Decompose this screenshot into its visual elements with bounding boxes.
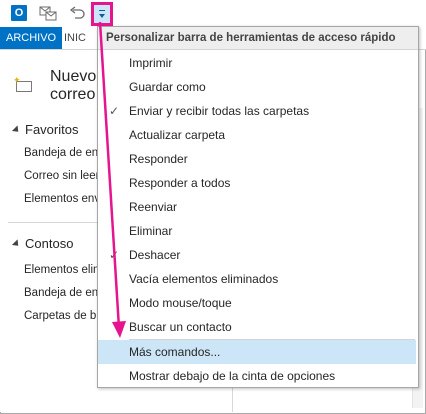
menu-item-delete[interactable]: Eliminar xyxy=(98,219,416,243)
menu-item-update-folder[interactable]: Actualizar carpeta xyxy=(98,123,416,147)
send-receive-icon xyxy=(39,6,57,21)
menu-item-print[interactable]: Imprimir xyxy=(98,51,416,75)
menu-item-label: Vacía elementos eliminados xyxy=(129,272,279,286)
undo-button[interactable] xyxy=(67,3,87,23)
menu-item-send-receive[interactable]: ✓ Enviar y recibir todas las carpetas xyxy=(98,99,416,123)
account-header[interactable]: Contoso xyxy=(11,236,74,251)
menu-item-find-contact[interactable]: Buscar un contacto xyxy=(98,315,416,339)
menu-item-label: Eliminar xyxy=(129,224,173,238)
new-mail-icon: ✦ xyxy=(13,75,34,92)
folder-item[interactable]: Carpetas de b xyxy=(24,310,96,322)
menu-item-more-commands[interactable]: Más comandos... xyxy=(98,340,416,364)
menu-item-empty-deleted[interactable]: Vacía elementos eliminados xyxy=(98,267,416,291)
send-receive-button[interactable] xyxy=(38,3,58,23)
new-mail-button[interactable]: ✦ Nuevo correo xyxy=(13,68,110,104)
menu-item-forward[interactable]: Reenviar xyxy=(98,195,416,219)
menu-item-label: Reenviar xyxy=(129,200,178,214)
menu-item-label: Modo mouse/toque xyxy=(129,296,232,310)
checkmark-icon: ✓ xyxy=(108,104,120,118)
menu-item-save-as[interactable]: Guardar como xyxy=(98,75,416,99)
favorites-header-label: Favoritos xyxy=(25,122,79,137)
folder-item[interactable]: Bandeja de en xyxy=(24,147,98,159)
quick-access-toolbar: O xyxy=(0,0,426,28)
outlook-logo-letter: O xyxy=(11,5,27,21)
folder-item[interactable]: Elementos env xyxy=(24,193,100,205)
folder-item[interactable]: Correo sin leer xyxy=(24,170,99,182)
tab-home[interactable]: INIC xyxy=(64,27,86,49)
favorites-header[interactable]: Favoritos xyxy=(11,122,79,137)
menu-item-label: Actualizar carpeta xyxy=(129,128,226,142)
customize-qat-menu: Personalizar barra de herramientas de ac… xyxy=(97,26,419,388)
collapse-triangle-icon xyxy=(11,124,22,135)
menu-item-reply-all[interactable]: Responder a todos xyxy=(98,171,416,195)
outlook-logo-icon: O xyxy=(9,3,29,23)
tab-file[interactable]: ARCHIVO xyxy=(0,27,63,49)
menu-title: Personalizar barra de herramientas de ac… xyxy=(98,27,418,50)
undo-icon xyxy=(69,6,85,19)
menu-item-label: Más comandos... xyxy=(129,345,221,359)
menu-item-label: Imprimir xyxy=(129,56,173,70)
menu-item-label: Guardar como xyxy=(129,80,206,94)
menu-item-label: Responder xyxy=(129,152,188,166)
customize-qat-button[interactable] xyxy=(91,2,113,26)
checkmark-icon: ✓ xyxy=(108,248,120,262)
collapse-triangle-icon xyxy=(11,238,22,249)
folder-item[interactable]: Elementos elim xyxy=(24,264,103,276)
menu-item-label: Mostrar debajo de la cinta de opciones xyxy=(129,369,336,383)
menu-item-label: Responder a todos xyxy=(129,176,231,190)
folder-item[interactable]: Bandeja de en xyxy=(24,287,98,299)
customize-qat-dropdown-icon xyxy=(99,10,105,18)
menu-item-label: Enviar y recibir todas las carpetas xyxy=(129,104,310,118)
menu-item-show-below-ribbon[interactable]: Mostrar debajo de la cinta de opciones xyxy=(98,364,416,388)
menu-item-touch-mode[interactable]: Modo mouse/toque xyxy=(98,291,416,315)
menu-item-label: Deshacer xyxy=(129,248,181,262)
menu-item-undo[interactable]: ✓ Deshacer xyxy=(98,243,416,267)
account-header-label: Contoso xyxy=(25,236,74,251)
menu-item-reply[interactable]: Responder xyxy=(98,147,416,171)
menu-item-label: Buscar un contacto xyxy=(129,320,232,334)
